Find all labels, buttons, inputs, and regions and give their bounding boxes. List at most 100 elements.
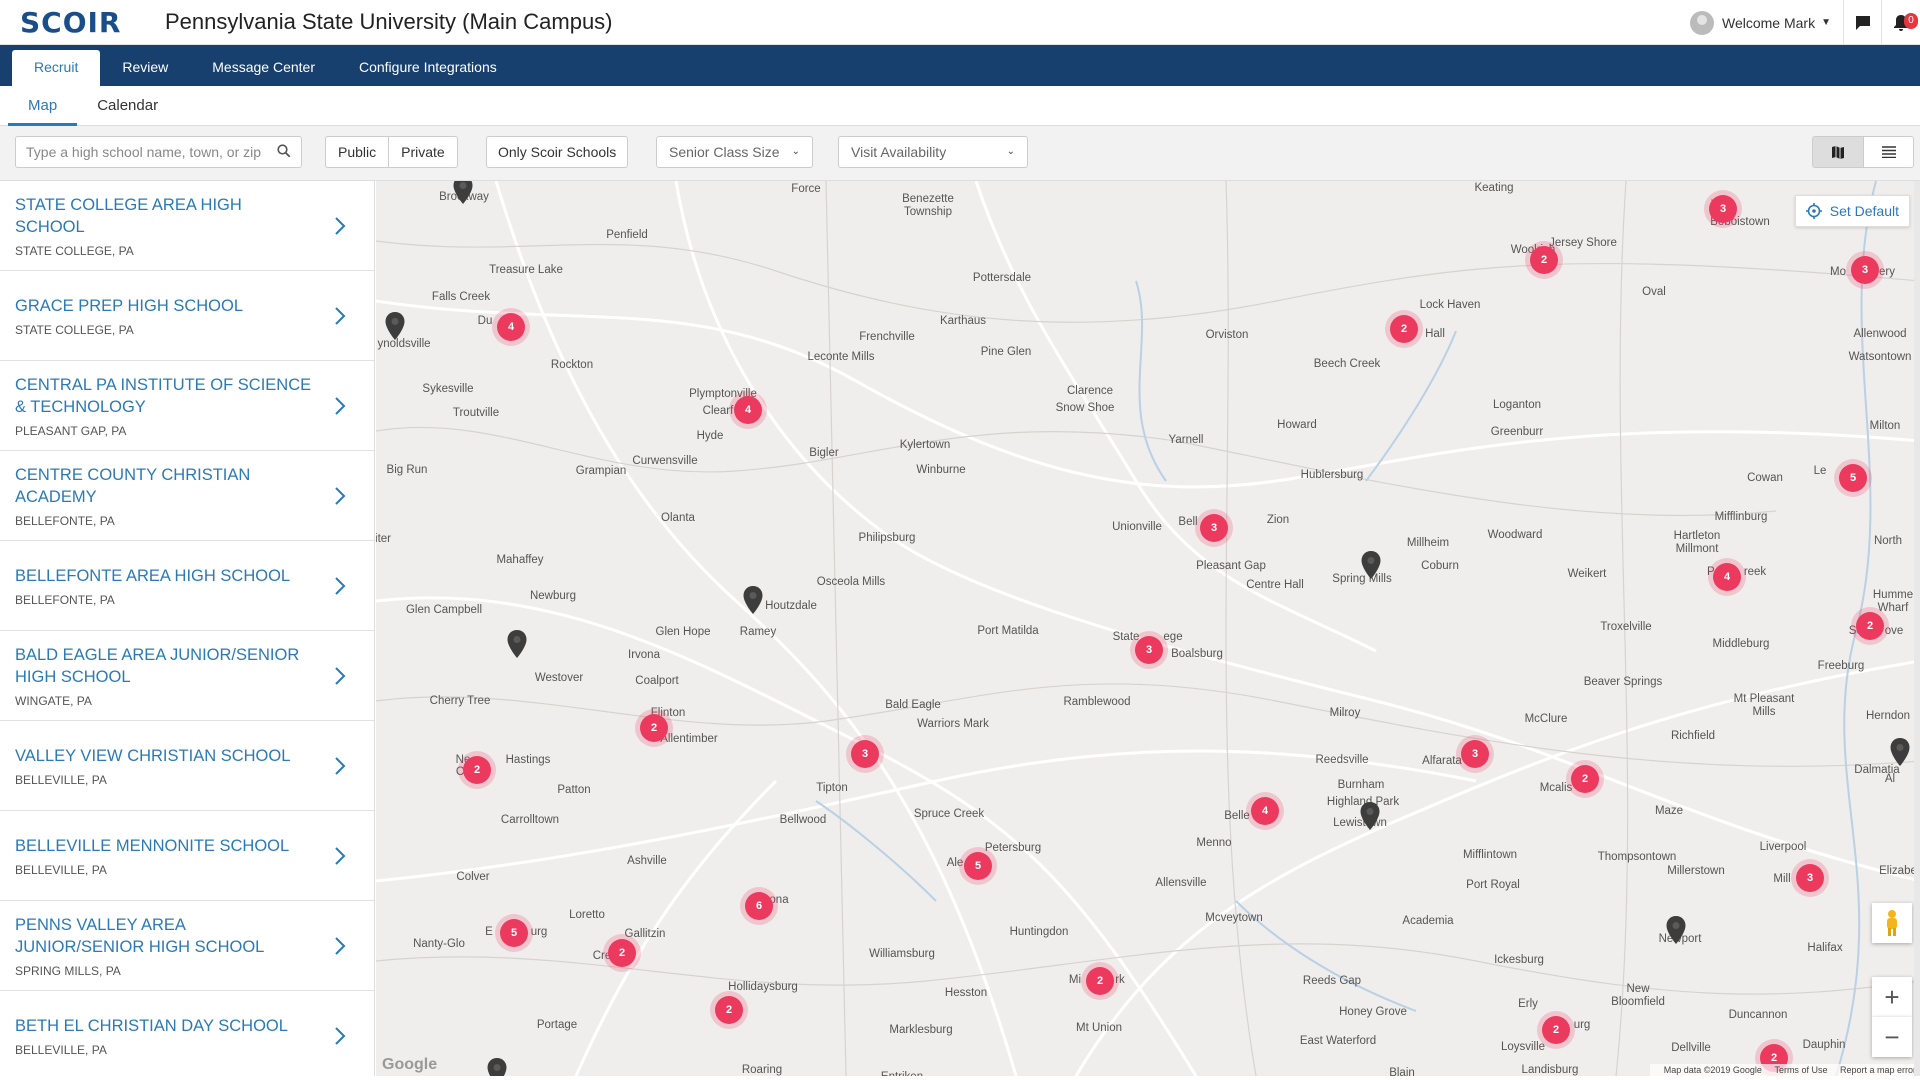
- school-location: Belleville, PA: [15, 1042, 107, 1057]
- school-cluster-marker[interactable]: 6: [745, 892, 773, 920]
- map-place-label: Millerstown: [1667, 865, 1725, 877]
- school-cluster-marker[interactable]: 3: [1796, 864, 1824, 892]
- map-place-label: urg: [1573, 1019, 1591, 1031]
- map-place-label: Glen Hope: [655, 626, 711, 638]
- street-view-pegman[interactable]: [1872, 903, 1912, 943]
- map-place-label: Clarence: [1066, 385, 1114, 397]
- school-cluster-marker[interactable]: 2: [1856, 612, 1884, 640]
- school-cluster-marker[interactable]: 2: [1571, 765, 1599, 793]
- tab-recruit[interactable]: Recruit: [12, 50, 101, 86]
- scrollbar[interactable]: [1914, 181, 1920, 1076]
- list-view-button[interactable]: [1863, 137, 1913, 167]
- plus-icon: +: [1884, 981, 1900, 1012]
- minus-icon: −: [1884, 1021, 1900, 1052]
- map-place-label: Cowan: [1747, 472, 1783, 484]
- list-item[interactable]: Centre County Christian Academy Bellefont…: [0, 451, 374, 541]
- school-cluster-marker[interactable]: 3: [1461, 740, 1489, 768]
- school-cluster-marker[interactable]: 2: [640, 714, 668, 742]
- set-default-label: Set Default: [1829, 203, 1899, 219]
- zoom-in-button[interactable]: +: [1872, 977, 1912, 1017]
- map-place-label: Milton: [1869, 420, 1901, 432]
- school-cluster-marker[interactable]: 3: [851, 740, 879, 768]
- school-cluster-marker[interactable]: 2: [1086, 967, 1114, 995]
- map-canvas[interactable]: ForceBenezetteTownshipKeatingLarryvilleB…: [376, 181, 1920, 1076]
- school-cluster-marker[interactable]: 2: [1530, 246, 1558, 274]
- school-cluster-marker[interactable]: 5: [1839, 464, 1867, 492]
- school-cluster-marker[interactable]: 4: [497, 313, 525, 341]
- only-scoir-schools-button[interactable]: Only Scoir Schools: [486, 136, 629, 168]
- school-location: State College, PA: [15, 322, 134, 337]
- school-cluster-marker[interactable]: 2: [1542, 1016, 1570, 1044]
- school-pin-icon[interactable]: [1360, 550, 1382, 580]
- tab-calendar[interactable]: Calendar: [77, 86, 178, 126]
- school-pin-icon[interactable]: [486, 1057, 508, 1076]
- list-item[interactable]: Beth El Christian Day School Belleville, …: [0, 991, 374, 1076]
- school-pin-icon[interactable]: [1889, 737, 1911, 767]
- school-cluster-marker[interactable]: 3: [1851, 256, 1879, 284]
- school-pin-icon[interactable]: [1359, 801, 1381, 831]
- search-icon[interactable]: [277, 144, 291, 158]
- school-cluster-marker[interactable]: 4: [734, 396, 762, 424]
- school-cluster-marker[interactable]: 4: [1713, 563, 1741, 591]
- map-place-label: Millheim: [1406, 537, 1450, 549]
- list-item[interactable]: Bellefonte Area High School Bellefonte, P…: [0, 541, 374, 631]
- school-cluster-marker[interactable]: 2: [463, 756, 491, 784]
- tab-configure-integrations[interactable]: Configure Integrations: [337, 50, 519, 86]
- list-icon: [1881, 146, 1896, 158]
- map-place-label: Mifflinburg: [1714, 511, 1768, 523]
- list-item[interactable]: State College Area High School State Coll…: [0, 181, 374, 271]
- school-pin-icon[interactable]: [384, 311, 406, 341]
- chevron-down-icon: ⌄: [1006, 146, 1015, 157]
- user-menu[interactable]: Welcome Mark ▼: [1678, 0, 1844, 45]
- school-cluster-marker[interactable]: 4: [1251, 797, 1279, 825]
- visit-availability-dropdown[interactable]: Visit Availability ⌄: [838, 136, 1028, 168]
- map-view-button[interactable]: [1813, 137, 1863, 167]
- school-pin-icon[interactable]: [742, 585, 764, 615]
- list-item[interactable]: Grace Prep High School State College, PA: [0, 271, 374, 361]
- school-name: Grace Prep High School: [15, 296, 243, 315]
- map-place-label: Kylertown: [899, 439, 951, 451]
- map-place-label: Elizabe: [1879, 865, 1917, 877]
- school-cluster-marker[interactable]: 5: [500, 919, 528, 947]
- school-cluster-marker[interactable]: 3: [1200, 514, 1228, 542]
- list-item[interactable]: Valley View Christian School Belleville, …: [0, 721, 374, 811]
- school-pin-icon[interactable]: [452, 181, 474, 205]
- map-place-label: iter: [376, 533, 391, 545]
- map-place-label: Humme Wharf: [1872, 589, 1914, 614]
- search-input[interactable]: [15, 136, 302, 168]
- school-cluster-marker[interactable]: 2: [715, 996, 743, 1024]
- list-item[interactable]: Penns Valley Area Junior/Senior High Sch…: [0, 901, 374, 991]
- scoir-logo[interactable]: SCOIR: [20, 6, 140, 39]
- notifications-button[interactable]: 0: [1882, 0, 1920, 45]
- public-button[interactable]: Public: [326, 137, 388, 167]
- tab-review[interactable]: Review: [100, 50, 190, 86]
- top-header: SCOIR Pennsylvania State University (Mai…: [0, 0, 1920, 45]
- list-item[interactable]: Belleville Mennonite School Belleville, P…: [0, 811, 374, 901]
- map-place-label: Houtzdale: [765, 600, 817, 612]
- school-cluster-marker[interactable]: 5: [964, 852, 992, 880]
- school-name: Beth El Christian Day School: [15, 1016, 288, 1035]
- school-cluster-marker[interactable]: 2: [608, 939, 636, 967]
- private-button[interactable]: Private: [388, 137, 457, 167]
- map-place-label: Reeds Gap: [1302, 975, 1362, 987]
- school-cluster-marker[interactable]: 3: [1709, 195, 1737, 223]
- zoom-out-button[interactable]: −: [1872, 1017, 1912, 1057]
- map-place-label: reek: [1743, 566, 1767, 578]
- list-item[interactable]: Central PA Institute of Science & Techno…: [0, 361, 374, 451]
- chevron-right-icon: [335, 846, 346, 865]
- messages-button[interactable]: [1844, 0, 1882, 45]
- map-place-label: Yarnell: [1168, 434, 1204, 446]
- tab-map[interactable]: Map: [8, 86, 78, 126]
- report-error-link[interactable]: Report a map error: [1840, 1065, 1916, 1075]
- school-cluster-marker[interactable]: 3: [1135, 636, 1163, 664]
- tab-message-center[interactable]: Message Center: [190, 50, 337, 86]
- terms-link[interactable]: Terms of Use: [1774, 1065, 1827, 1075]
- map-icon: [1832, 146, 1844, 159]
- school-pin-icon[interactable]: [506, 629, 528, 659]
- list-item[interactable]: Bald Eagle Area Junior/Senior High Schoo…: [0, 631, 374, 721]
- senior-class-size-dropdown[interactable]: Senior Class Size ⌄: [656, 136, 813, 168]
- set-default-button[interactable]: Set Default: [1794, 195, 1910, 227]
- school-pin-icon[interactable]: [1665, 915, 1687, 945]
- school-cluster-marker[interactable]: 2: [1390, 315, 1418, 343]
- map-place-label: Frenchville: [859, 331, 915, 343]
